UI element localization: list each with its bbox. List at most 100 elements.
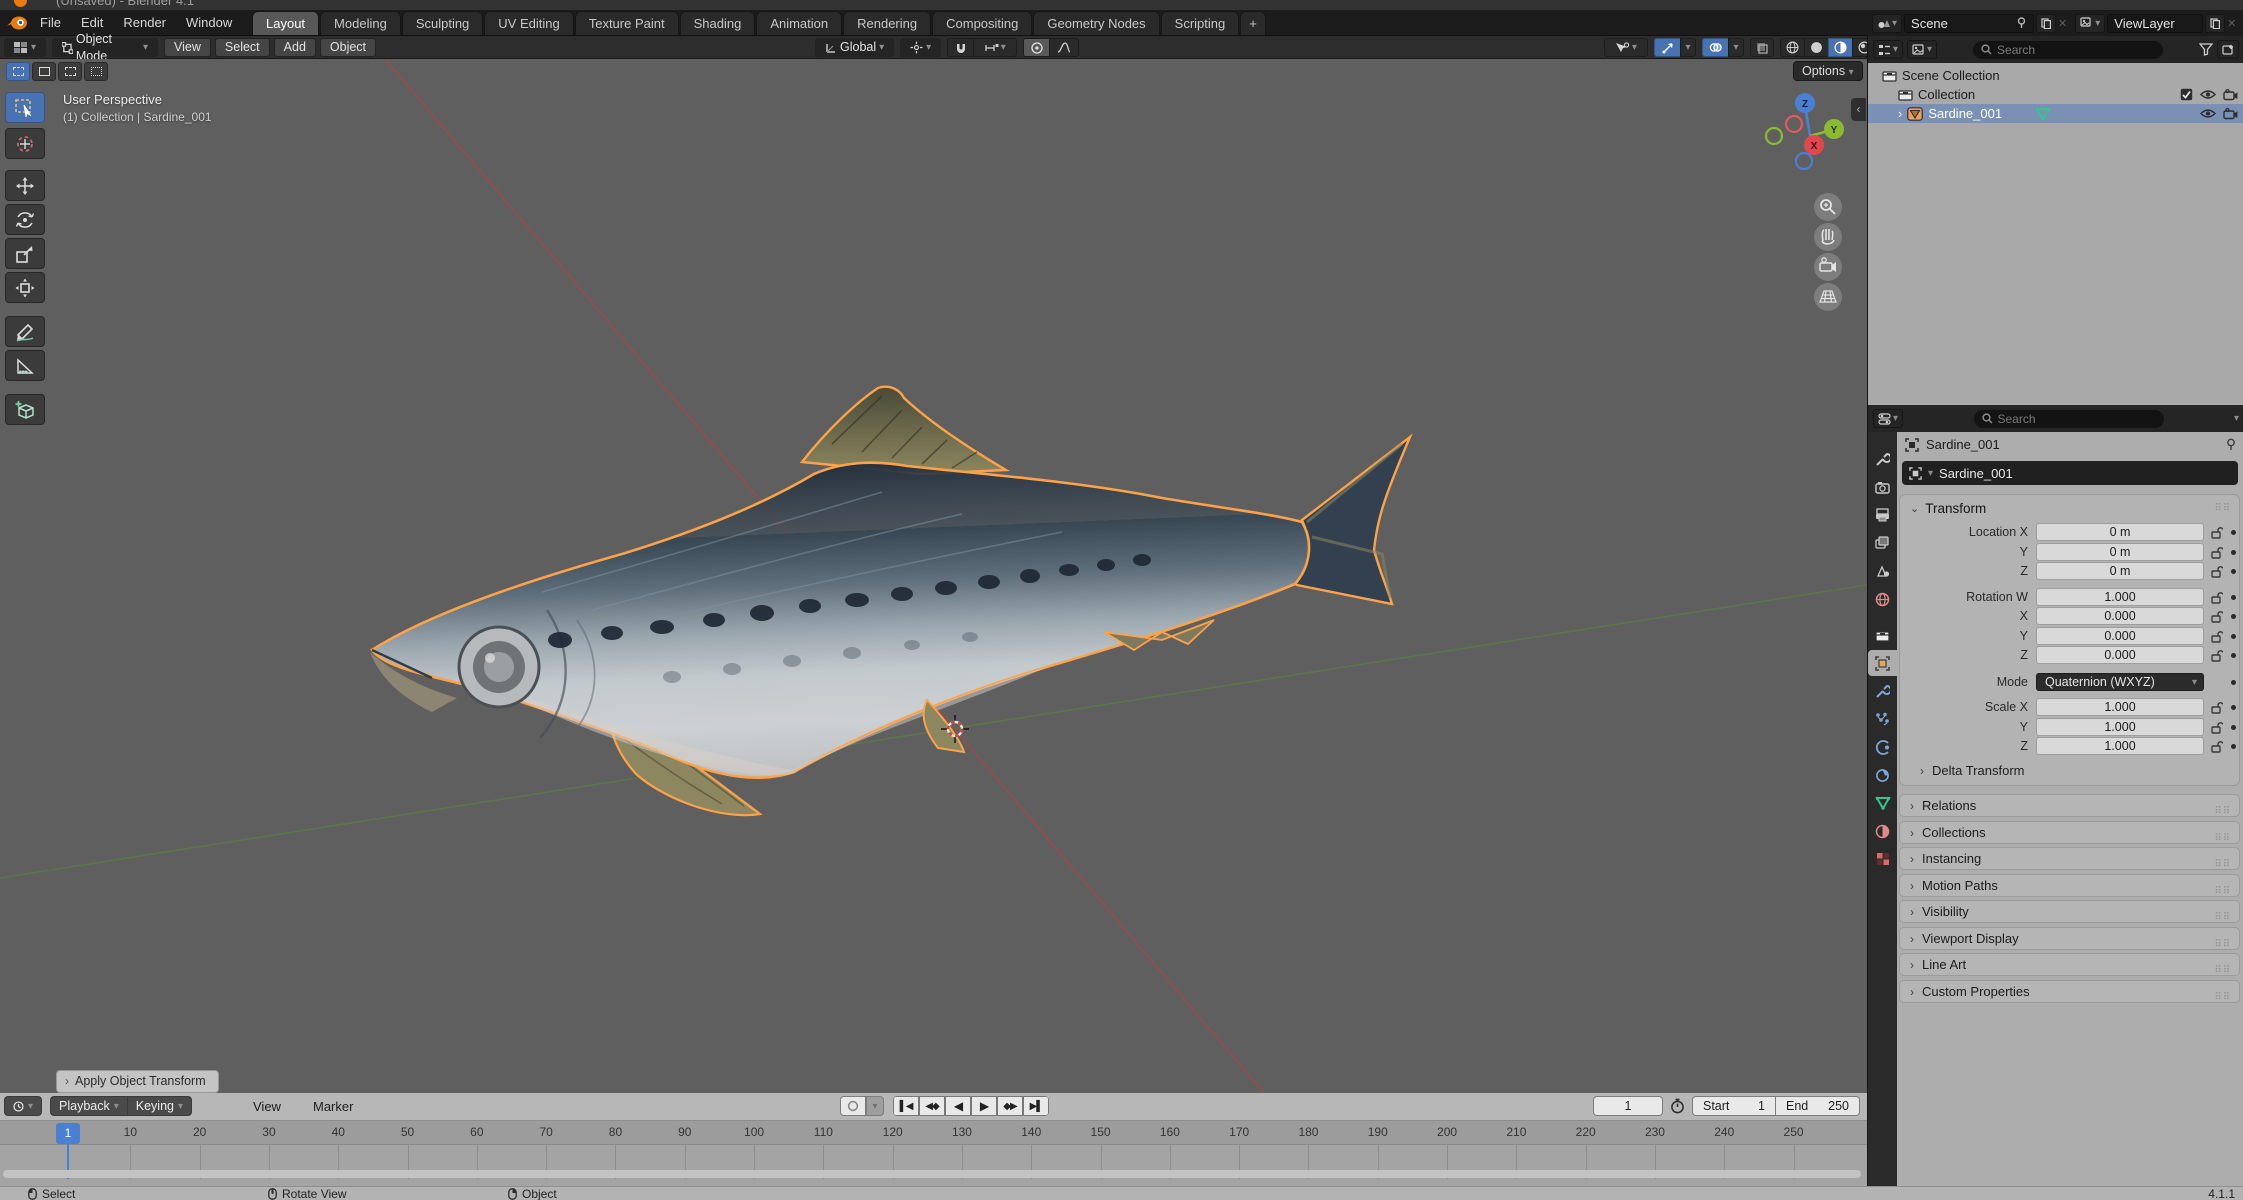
playback-menu[interactable]: Playback▾ [50, 1096, 128, 1116]
pivot-point-selector[interactable]: ▾ [900, 38, 941, 57]
workspace-tab-scripting[interactable]: Scripting [1161, 11, 1240, 35]
overlays-toggle[interactable] [1702, 38, 1728, 57]
value-field[interactable]: 1.000 [2036, 698, 2204, 716]
eye-toggle[interactable] [2200, 89, 2216, 100]
value-field[interactable]: 0.000 [2036, 627, 2204, 645]
workspace-tab-modeling[interactable]: Modeling [320, 11, 401, 35]
options-button[interactable]: Options ▾ [1793, 61, 1863, 81]
lock-icon[interactable] [2210, 610, 2223, 623]
tool-transform[interactable] [5, 272, 45, 303]
properties-tab-constraints[interactable] [1868, 762, 1897, 788]
viewport-menu-add[interactable]: Add [274, 38, 316, 57]
workspace-tab-rendering[interactable]: Rendering [843, 11, 931, 35]
rotation-mode-dropdown[interactable]: Quaternion (WXYZ)▾ [2036, 673, 2204, 691]
animate-dot[interactable] [2231, 653, 2236, 658]
tool-select-box[interactable] [5, 92, 45, 123]
lock-icon[interactable] [2210, 649, 2223, 662]
new-scene-button[interactable] [2036, 14, 2056, 33]
outliner-row-scene-collection[interactable]: Scene Collection [1868, 66, 2243, 85]
panel-relations[interactable]: ›Relations⠿⠿ [1899, 794, 2240, 817]
sardine-model[interactable] [362, 382, 1422, 832]
auto-keyframe-dropdown[interactable]: ▾ [866, 1096, 884, 1116]
pin-icon[interactable] [2016, 17, 2027, 29]
outliner-row-collection[interactable]: Collection [1868, 85, 2243, 104]
tool-rotate[interactable] [5, 204, 45, 235]
animate-dot[interactable] [2231, 634, 2236, 639]
gizmos-toggle[interactable] [1654, 38, 1680, 57]
properties-tab-material[interactable] [1868, 818, 1897, 844]
outliner-search[interactable]: Search [1973, 41, 2163, 59]
keying-menu[interactable]: Keying▾ [128, 1096, 192, 1116]
timeline-marker-menu[interactable]: Marker [313, 1099, 353, 1114]
gizmos-dropdown[interactable]: ▾ [1680, 38, 1696, 57]
animate-dot[interactable] [2231, 550, 2236, 555]
lock-icon[interactable] [2210, 546, 2223, 559]
lock-icon[interactable] [2210, 630, 2223, 643]
animate-dot[interactable] [2231, 614, 2236, 619]
frame-start-field[interactable]: Start1 [1692, 1096, 1776, 1116]
panel-collections[interactable]: ›Collections⠿⠿ [1899, 821, 2240, 844]
panel-custom-properties[interactable]: ›Custom Properties⠿⠿ [1899, 980, 2240, 1003]
proportional-falloff-selector[interactable] [1049, 38, 1079, 57]
animate-dot[interactable] [2231, 744, 2236, 749]
outliner-filter-image-button[interactable]: ▾ [1907, 40, 1937, 59]
tool-move[interactable] [5, 170, 45, 201]
auto-keyframe-toggle[interactable] [840, 1096, 866, 1116]
shading-material-preview-button[interactable] [1828, 38, 1852, 57]
properties-tab-data[interactable] [1868, 790, 1897, 816]
3d-viewport[interactable]: User Perspective (1) Collection | Sardin… [0, 59, 1867, 1093]
lock-icon[interactable] [2210, 701, 2223, 714]
value-field[interactable]: 0.000 [2036, 646, 2204, 664]
outliner-display-mode-button[interactable]: ▾ [1873, 40, 1903, 59]
object-name-field[interactable]: ▾ Sardine_001 [1902, 461, 2238, 485]
add-workspace-button[interactable]: + [1240, 11, 1266, 35]
animate-dot[interactable] [2231, 680, 2236, 685]
camera-view-button[interactable] [1814, 253, 1842, 281]
select-mode-new[interactable] [6, 62, 30, 81]
pin-icon[interactable] [2225, 438, 2237, 451]
timeline-scrollbar[interactable] [3, 1170, 1861, 1178]
value-field[interactable]: 1.000 [2036, 737, 2204, 755]
animate-dot[interactable] [2231, 569, 2236, 574]
value-field[interactable]: 0 m [2036, 562, 2204, 580]
prev-keyframe-button[interactable]: ◀◆ [919, 1096, 945, 1116]
camera-toggle[interactable] [2223, 108, 2238, 120]
value-field[interactable]: 0 m [2036, 543, 2204, 561]
panel-viewport-display[interactable]: ›Viewport Display⠿⠿ [1899, 927, 2240, 950]
menu-window[interactable]: Window [176, 10, 242, 36]
panel-visibility[interactable]: ›Visibility⠿⠿ [1899, 900, 2240, 923]
shading-solid-button[interactable] [1804, 38, 1828, 57]
outliner-row-sardine_001[interactable]: ›Sardine_001 [1868, 104, 2243, 123]
properties-tab-output[interactable] [1868, 502, 1897, 528]
scene-name-field[interactable]: Scene [1904, 14, 2034, 33]
value-field[interactable]: 0 m [2036, 523, 2204, 541]
next-keyframe-button[interactable]: ◆▶ [997, 1096, 1023, 1116]
mode-selector[interactable]: Object Mode ▾ [52, 38, 158, 57]
editor-type-button[interactable]: ▾ [4, 38, 46, 57]
panel-instancing[interactable]: ›Instancing⠿⠿ [1899, 847, 2240, 870]
current-frame-field[interactable]: 1 [1593, 1096, 1663, 1116]
properties-tab-modifiers[interactable] [1868, 678, 1897, 704]
viewport-menu-view[interactable]: View [164, 38, 211, 57]
navigation-gizmo[interactable]: Z Y X [1758, 83, 1858, 383]
properties-tab-scene[interactable] [1868, 558, 1897, 584]
new-collection-button[interactable] [2217, 40, 2239, 59]
shading-wireframe-button[interactable] [1780, 38, 1804, 57]
workspace-tab-shading[interactable]: Shading [680, 11, 756, 35]
show-object-types-selector[interactable]: ▾ [1604, 38, 1648, 57]
pan-button[interactable] [1814, 223, 1842, 251]
value-field[interactable]: 1.000 [2036, 588, 2204, 606]
viewport-menu-select[interactable]: Select [215, 38, 270, 57]
blender-app-icon[interactable] [6, 15, 28, 31]
outliner-filter-button[interactable] [2199, 43, 2213, 56]
transform-orientation-selector[interactable]: Global ▾ [815, 38, 894, 57]
lock-icon[interactable] [2210, 740, 2223, 753]
menu-file[interactable]: File [30, 10, 71, 36]
properties-tab-physics[interactable] [1868, 734, 1897, 760]
tool-scale[interactable] [5, 238, 45, 269]
workspace-tab-compositing[interactable]: Compositing [932, 11, 1032, 35]
tool-cursor[interactable] [5, 128, 45, 159]
workspace-tab-uv-editing[interactable]: UV Editing [484, 11, 573, 35]
lock-icon[interactable] [2210, 721, 2223, 734]
apply-object-transform-panel[interactable]: ›Apply Object Transform [56, 1070, 219, 1093]
